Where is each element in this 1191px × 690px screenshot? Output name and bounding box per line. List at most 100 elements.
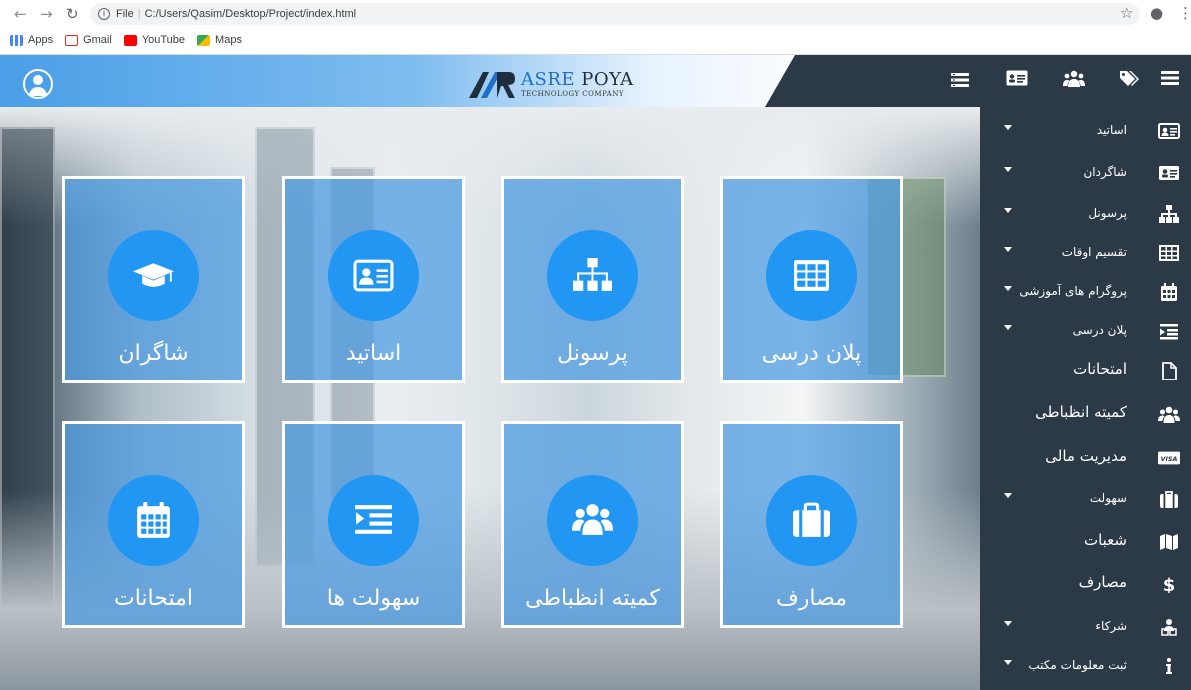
tile-exams[interactable]: امتحانات bbox=[62, 421, 245, 628]
sidebar-item-personnel[interactable]: پرسونل bbox=[980, 196, 1191, 232]
sidebar-item-label: تقسیم اوقات bbox=[1061, 245, 1127, 259]
id-card-icon bbox=[1158, 122, 1180, 140]
sidebar-item-label: مدیریت مالی bbox=[1045, 447, 1127, 465]
sidebar-item-school-info[interactable]: ثبت معلومات مکتب bbox=[980, 648, 1191, 684]
bookmarks-bar: Apps Gmail YouTube Maps bbox=[10, 31, 242, 49]
info-icon[interactable]: i bbox=[98, 8, 110, 21]
bookmark-maps[interactable]: Maps bbox=[197, 34, 242, 46]
id-card-icon[interactable] bbox=[1006, 70, 1028, 92]
sidebar-item-partners[interactable]: شرکاء bbox=[980, 609, 1191, 645]
chevron-down-icon bbox=[1004, 621, 1012, 626]
reload-icon[interactable]: ↻ bbox=[66, 4, 79, 24]
dollar-icon: $ bbox=[1158, 575, 1180, 596]
sidebar-item-label: پلان درسی bbox=[1072, 323, 1127, 337]
sidebar-item-label: امتحانات bbox=[1073, 360, 1127, 378]
graduation-cap-icon bbox=[133, 263, 174, 287]
chevron-down-icon bbox=[1004, 167, 1012, 172]
tile-circle bbox=[328, 475, 419, 566]
calendar-icon bbox=[137, 502, 170, 538]
chevron-down-icon bbox=[1004, 247, 1012, 252]
tile-facilities[interactable]: سهولت ها bbox=[282, 421, 465, 628]
sidebar-item-expenses[interactable]: مصارف $ bbox=[980, 566, 1191, 602]
sidebar-item-label: اساتید bbox=[1096, 123, 1127, 137]
tile-circle bbox=[328, 230, 419, 321]
tags-icon[interactable] bbox=[1118, 70, 1140, 92]
more-icon[interactable]: ⋮ bbox=[1178, 4, 1191, 22]
tile-circle bbox=[547, 475, 638, 566]
tile-label: اساتید bbox=[345, 341, 402, 366]
bookmark-apps[interactable]: Apps bbox=[10, 34, 53, 46]
sidebar-item-label: کمیته انظباطی bbox=[1035, 403, 1127, 421]
users-icon[interactable] bbox=[1063, 70, 1085, 92]
bookmark-youtube[interactable]: YouTube bbox=[123, 34, 186, 46]
sidebar-item-students[interactable]: شاگردان bbox=[980, 155, 1191, 191]
logo-title: ASRE POYA bbox=[521, 68, 634, 90]
apps-grid-icon bbox=[10, 34, 23, 46]
sidebar-item-curriculum[interactable]: پلان درسی bbox=[980, 313, 1191, 349]
suitcase-icon bbox=[1158, 490, 1180, 508]
sidebar-item-teachers[interactable]: اساتید bbox=[980, 113, 1191, 149]
sidebar-item-facilities[interactable]: سهولت bbox=[980, 481, 1191, 517]
bookmark-gmail[interactable]: Gmail bbox=[65, 34, 112, 46]
indent-icon bbox=[355, 505, 392, 534]
table-icon bbox=[794, 260, 829, 291]
map-icon bbox=[1158, 533, 1180, 551]
tile-circle bbox=[108, 230, 199, 321]
chevron-down-icon bbox=[1004, 493, 1012, 498]
tile-discipline-committee[interactable]: کمیته انظباطی bbox=[501, 421, 684, 628]
tile-label: کمیته انظباطی bbox=[525, 586, 660, 611]
sidebar-item-label: مصارف bbox=[1078, 573, 1127, 591]
tile-label: امتحانات bbox=[114, 586, 193, 611]
tile-personnel[interactable]: پرسونل bbox=[501, 176, 684, 383]
tile-circle bbox=[766, 230, 857, 321]
forward-arrow-icon[interactable]: → bbox=[40, 4, 53, 24]
sidebar-item-label: شرکاء bbox=[1095, 619, 1127, 633]
file-icon bbox=[1158, 362, 1180, 381]
bookmark-label: Gmail bbox=[83, 34, 112, 46]
sidebar-item-training-programs[interactable]: پروگرام های آموزشی bbox=[980, 274, 1191, 310]
address-bar[interactable]: i File | C:/Users/Qasim/Desktop/Project/ind… bbox=[90, 3, 1140, 25]
tile-expenses[interactable]: مصارف bbox=[720, 421, 903, 628]
tile-students[interactable]: شاگران bbox=[62, 176, 245, 383]
sidebar-item-financial-management[interactable]: مدیریت مالی VISA bbox=[980, 440, 1191, 476]
bookmark-label: YouTube bbox=[141, 34, 186, 46]
logo-mark-icon bbox=[469, 72, 515, 98]
sidebar-item-discipline-committee[interactable]: کمیته انظباطی bbox=[980, 396, 1191, 432]
tile-circle bbox=[547, 230, 638, 321]
sitemap-icon bbox=[1158, 205, 1180, 223]
sidebar-item-label: شعبات bbox=[1083, 531, 1127, 549]
youtube-icon bbox=[123, 34, 137, 46]
sidebar-item-exams[interactable]: امتحانات bbox=[980, 353, 1191, 389]
sidebar-item-label: سهولت bbox=[1089, 491, 1127, 505]
tile-curriculum[interactable]: پلان درسی bbox=[720, 176, 903, 383]
url-scheme: File bbox=[116, 8, 134, 20]
profile-icon[interactable]: ● bbox=[1150, 4, 1163, 22]
chevron-down-icon bbox=[1004, 208, 1012, 213]
menu-icon[interactable] bbox=[1159, 70, 1181, 92]
address-row: ← → ↻ i File | C:/Users/Qasim/Desktop/Proje… bbox=[0, 0, 1191, 28]
indent-icon bbox=[1158, 322, 1180, 340]
tile-label: شاگران bbox=[118, 341, 189, 366]
tile-label: پلان درسی bbox=[761, 341, 862, 366]
tile-circle bbox=[108, 475, 199, 566]
tile-circle bbox=[766, 475, 857, 566]
tile-label: پرسونل bbox=[557, 341, 628, 366]
user-avatar-icon[interactable] bbox=[23, 69, 53, 99]
sidebar-item-label: ثبت معلومات مکتب bbox=[1028, 658, 1127, 672]
back-arrow-icon[interactable]: ← bbox=[14, 4, 27, 24]
star-icon[interactable]: ☆ bbox=[1120, 4, 1133, 22]
sidebar-item-label: پروگرام های آموزشی bbox=[1019, 284, 1127, 298]
info-icon bbox=[1158, 657, 1180, 675]
tile-teachers[interactable]: اساتید bbox=[282, 176, 465, 383]
sidebar-item-timetable[interactable]: تقسیم اوقات bbox=[980, 235, 1191, 271]
svg-text:$: $ bbox=[1163, 575, 1176, 593]
chevron-down-icon bbox=[1004, 660, 1012, 665]
logo-subtitle: TECHNOLOGY COMPANY bbox=[521, 89, 624, 98]
sidebar-item-label: پرسونل bbox=[1088, 206, 1127, 220]
users-icon bbox=[1158, 405, 1180, 423]
list-icon[interactable] bbox=[949, 70, 971, 92]
chevron-down-icon bbox=[1004, 125, 1012, 130]
chevron-down-icon bbox=[1004, 325, 1012, 330]
url-separator: | bbox=[137, 8, 141, 20]
sidebar-item-branches[interactable]: شعبات bbox=[980, 524, 1191, 560]
